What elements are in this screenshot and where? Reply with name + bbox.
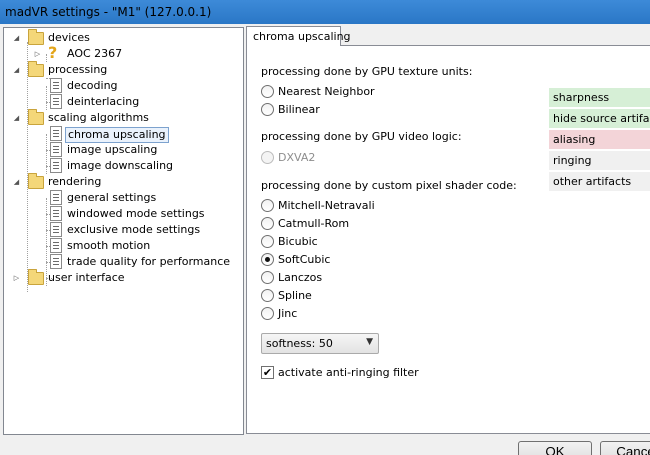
legend-aliasing: aliasing bbox=[549, 130, 650, 149]
softness-dropdown[interactable]: softness: 50 ▼ bbox=[261, 333, 379, 354]
tree-item-image-downscaling[interactable]: image downscaling bbox=[4, 158, 243, 174]
radio-label: DXVA2 bbox=[278, 151, 316, 164]
collapse-arrow-icon[interactable]: ◢ bbox=[12, 178, 21, 187]
checkbox-label: activate anti-ringing filter bbox=[278, 366, 419, 379]
tree-item-smooth-motion[interactable]: smooth motion bbox=[4, 238, 243, 254]
tree-item-label: processing bbox=[48, 63, 108, 76]
tree-item-trade-quality[interactable]: trade quality for performance bbox=[4, 254, 243, 270]
radio-label: Spline bbox=[278, 289, 312, 302]
radio-circle bbox=[261, 151, 274, 164]
tab-page: processing done by GPU texture units: Ne… bbox=[246, 45, 650, 434]
document-icon bbox=[50, 190, 62, 205]
document-icon bbox=[50, 206, 62, 221]
collapse-arrow-icon[interactable]: ◢ bbox=[12, 34, 21, 43]
section-heading-pixel-shader: processing done by custom pixel shader c… bbox=[261, 179, 517, 192]
radio-label: Catmull-Rom bbox=[278, 217, 350, 230]
question-mark-icon: ? bbox=[48, 43, 58, 62]
tree-item-decoding[interactable]: decoding bbox=[4, 78, 243, 94]
tab-control: chroma upscaling processing done by GPU … bbox=[246, 24, 650, 455]
tree-item-label: user interface bbox=[48, 271, 125, 284]
collapse-arrow-icon[interactable]: ◢ bbox=[12, 114, 21, 123]
tree-item-image-upscaling[interactable]: image upscaling bbox=[4, 142, 243, 158]
tree-item-label: scaling algorithms bbox=[48, 111, 149, 124]
document-icon bbox=[50, 222, 62, 237]
radio-circle bbox=[261, 199, 274, 212]
legend-ringing: ringing bbox=[549, 151, 650, 170]
tree-item-label: trade quality for performance bbox=[67, 255, 231, 268]
radio-label: Jinc bbox=[278, 307, 298, 320]
radio-circle-selected bbox=[261, 253, 274, 266]
document-icon bbox=[50, 78, 62, 93]
tree-item-label: image upscaling bbox=[67, 143, 158, 156]
tree-item-general-settings[interactable]: general settings bbox=[4, 190, 243, 206]
settings-tree[interactable]: ◢ devices ▷ ? AOC 2367 ◢ processing deco… bbox=[3, 27, 244, 435]
chevron-down-icon: ▼ bbox=[366, 337, 373, 347]
title-bar: madVR settings - "M1" (127.0.0.1) bbox=[0, 0, 650, 24]
radio-label: Lanczos bbox=[278, 271, 323, 284]
tree-item-chroma-upscaling[interactable]: chroma upscaling bbox=[4, 126, 243, 143]
quality-legend: sharpness hide source artifacts aliasing… bbox=[549, 88, 650, 193]
folder-icon bbox=[28, 173, 44, 189]
softness-value: softness: 50 bbox=[266, 337, 333, 350]
radio-circle bbox=[261, 289, 274, 302]
tree-item-label: rendering bbox=[48, 175, 102, 188]
radio-circle bbox=[261, 103, 274, 116]
tree-item-aoc-2367[interactable]: ▷ ? AOC 2367 bbox=[4, 43, 243, 62]
legend-other-artifacts: other artifacts bbox=[549, 172, 650, 191]
legend-hide-source-artifacts: hide source artifacts bbox=[549, 109, 650, 128]
checkmark-icon: ✔ bbox=[261, 366, 274, 379]
tree-item-label: decoding bbox=[67, 79, 118, 92]
folder-icon bbox=[28, 61, 44, 77]
window-title: madVR settings - "M1" (127.0.0.1) bbox=[5, 5, 212, 19]
tree-item-label: windowed mode settings bbox=[67, 207, 205, 220]
document-icon bbox=[50, 254, 62, 269]
tree-item-label: smooth motion bbox=[67, 239, 151, 252]
legend-sharpness: sharpness bbox=[549, 88, 650, 107]
tree-item-label: deinterlacing bbox=[67, 95, 140, 108]
expand-arrow-icon[interactable]: ▷ bbox=[12, 274, 21, 283]
radio-label: Mitchell-Netravali bbox=[278, 199, 375, 212]
tree-item-label: exclusive mode settings bbox=[67, 223, 201, 236]
tree-item-label: chroma upscaling bbox=[65, 127, 169, 143]
tree-item-label: general settings bbox=[67, 191, 157, 204]
radio-circle bbox=[261, 235, 274, 248]
section-heading-video-logic: processing done by GPU video logic: bbox=[261, 130, 462, 143]
radio-circle bbox=[261, 271, 274, 284]
radio-label: SoftCubic bbox=[278, 253, 331, 266]
radio-circle bbox=[261, 85, 274, 98]
folder-icon bbox=[28, 29, 44, 45]
document-icon bbox=[50, 238, 62, 253]
folder-icon bbox=[28, 269, 44, 285]
collapse-arrow-icon[interactable]: ◢ bbox=[12, 66, 21, 75]
tree-item-rendering[interactable]: ◢ rendering bbox=[4, 173, 243, 190]
tree-item-processing[interactable]: ◢ processing bbox=[4, 61, 243, 78]
document-icon bbox=[50, 142, 62, 157]
cancel-button[interactable]: Cancel bbox=[600, 441, 650, 455]
document-icon bbox=[50, 126, 62, 141]
tree-item-deinterlacing[interactable]: deinterlacing bbox=[4, 94, 243, 110]
tree-item-devices[interactable]: ◢ devices bbox=[4, 29, 243, 46]
expand-arrow-icon[interactable]: ▷ bbox=[33, 50, 42, 59]
tree-item-windowed-mode-settings[interactable]: windowed mode settings bbox=[4, 206, 243, 222]
radio-label: Bilinear bbox=[278, 103, 320, 116]
tree-item-user-interface[interactable]: ▷ user interface bbox=[4, 269, 243, 286]
folder-icon bbox=[28, 109, 44, 125]
tab-chroma-upscaling[interactable]: chroma upscaling bbox=[246, 26, 351, 46]
document-icon bbox=[50, 94, 62, 109]
radio-label: Bicubic bbox=[278, 235, 318, 248]
radio-circle bbox=[261, 217, 274, 230]
tree-item-label: image downscaling bbox=[67, 159, 174, 172]
tree-item-scaling-algorithms[interactable]: ◢ scaling algorithms bbox=[4, 109, 243, 126]
tree-item-label: AOC 2367 bbox=[67, 47, 123, 60]
section-heading-texture-units: processing done by GPU texture units: bbox=[261, 65, 473, 78]
document-icon bbox=[50, 158, 62, 173]
radio-label: Nearest Neighbor bbox=[278, 85, 375, 98]
tree-item-exclusive-mode-settings[interactable]: exclusive mode settings bbox=[4, 222, 243, 238]
dialog-body: ◢ devices ▷ ? AOC 2367 ◢ processing deco… bbox=[0, 24, 650, 455]
radio-circle bbox=[261, 307, 274, 320]
ok-button[interactable]: OK bbox=[518, 441, 592, 455]
